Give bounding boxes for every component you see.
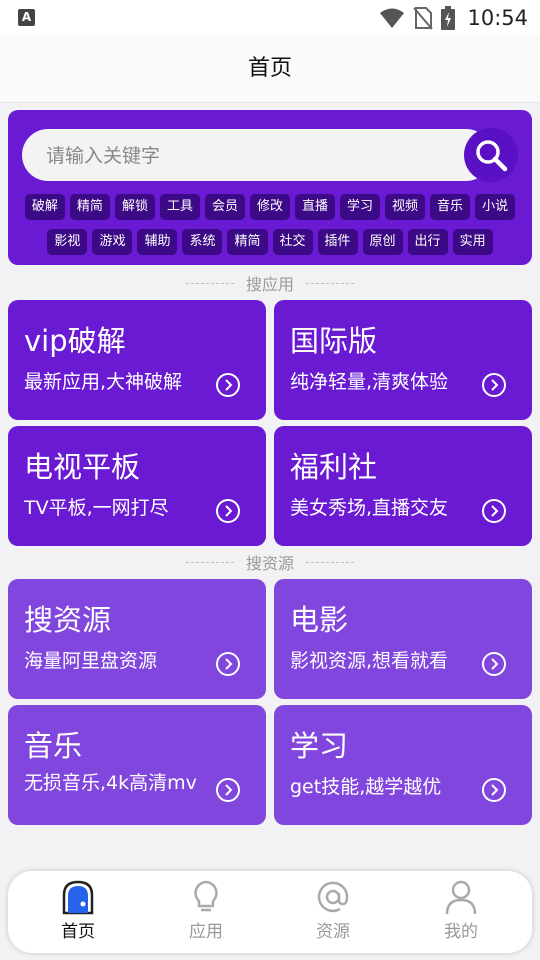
- user-icon: [445, 880, 477, 915]
- tag-chip[interactable]: 修改: [249, 194, 290, 220]
- app-header: 首页: [0, 36, 540, 103]
- search-input[interactable]: [44, 129, 468, 183]
- card-desc: 最新应用,大神破解: [24, 371, 183, 393]
- divider: [185, 282, 234, 284]
- chevron-right-icon: [482, 373, 506, 397]
- card-vip-crack[interactable]: vip破解 最新应用,大神破解: [8, 300, 266, 420]
- tag-chip[interactable]: 游戏: [92, 229, 133, 255]
- card-title: 国际版: [290, 324, 378, 358]
- divider: [306, 282, 354, 284]
- chevron-right-icon: [216, 373, 240, 397]
- nav-label: 我的: [444, 922, 478, 942]
- search-button[interactable]: [464, 128, 518, 182]
- tag-chip[interactable]: 小说: [475, 194, 516, 220]
- tag-row-1: 破解 精简 解锁 工具 会员 修改 直播 学习 视频 音乐 小说: [8, 194, 532, 220]
- nav-label: 应用: [189, 922, 223, 942]
- nav-item-home[interactable]: 首页: [23, 879, 133, 949]
- tag-chip[interactable]: 工具: [159, 194, 200, 220]
- card-desc: 无损音乐,4k高清mv: [24, 772, 197, 794]
- nav-label: 资源: [316, 922, 350, 942]
- at-icon: [317, 881, 349, 913]
- tag-chip[interactable]: 插件: [317, 229, 358, 255]
- app-notification-icon: A: [18, 9, 35, 26]
- card-title: 电视平板: [24, 450, 141, 484]
- search-panel: 破解 精简 解锁 工具 会员 修改 直播 学习 视频 音乐 小说 影视 游戏 辅…: [8, 110, 532, 265]
- card-title: 福利社: [290, 450, 378, 484]
- chevron-right-icon: [482, 652, 506, 676]
- card-desc: 美女秀场,直播交友: [290, 497, 449, 519]
- tag-chip[interactable]: 社交: [272, 229, 313, 255]
- card-search-resources[interactable]: 搜资源 海量阿里盘资源: [8, 579, 266, 699]
- card-title: 搜资源: [24, 603, 112, 637]
- chevron-right-icon: [216, 778, 240, 802]
- chevron-right-icon: [216, 652, 240, 676]
- nav-label: 首页: [61, 922, 95, 942]
- nav-item-apps[interactable]: 应用: [151, 879, 261, 949]
- tag-chip[interactable]: 原创: [362, 229, 403, 255]
- battery-charging-icon: [441, 6, 456, 30]
- no-sim-icon: [413, 7, 434, 30]
- tag-chip[interactable]: 破解: [24, 194, 65, 220]
- chevron-right-icon: [482, 499, 506, 523]
- clock: 10:54: [467, 6, 528, 30]
- tag-chip[interactable]: 精简: [69, 194, 110, 220]
- card-tv-tablet[interactable]: 电视平板 TV平板,一网打尽: [8, 426, 266, 546]
- divider: [185, 561, 234, 563]
- section-title: 搜应用: [245, 275, 294, 294]
- card-title: 学习: [290, 729, 349, 763]
- home-icon: [62, 880, 94, 915]
- bottom-nav: 首页 应用 资源 我的: [8, 871, 532, 953]
- card-movies[interactable]: 电影 影视资源,想看就看: [274, 579, 532, 699]
- card-international[interactable]: 国际版 纯净轻量,清爽体验: [274, 300, 532, 420]
- tag-chip[interactable]: 影视: [47, 229, 88, 255]
- card-study[interactable]: 学习 get技能,越学越优: [274, 705, 532, 825]
- card-desc: get技能,越学越优: [290, 776, 442, 798]
- nav-item-me[interactable]: 我的: [406, 879, 516, 949]
- tag-chip[interactable]: 辅助: [137, 229, 178, 255]
- card-title: 电影: [290, 603, 349, 637]
- card-title: 音乐: [24, 729, 83, 763]
- status-icons: 10:54: [379, 5, 528, 31]
- card-title: vip破解: [24, 324, 126, 358]
- nav-item-resources[interactable]: 资源: [278, 879, 388, 949]
- tag-chip[interactable]: 学习: [340, 194, 381, 220]
- tag-chip[interactable]: 音乐: [430, 194, 471, 220]
- chevron-right-icon: [482, 778, 506, 802]
- tag-chip[interactable]: 会员: [204, 194, 245, 220]
- section-title: 搜资源: [245, 554, 294, 573]
- chevron-right-icon: [216, 499, 240, 523]
- tag-chip[interactable]: 视频: [385, 194, 426, 220]
- tag-chip[interactable]: 精简: [227, 229, 268, 255]
- section-header-resources: 搜资源: [0, 551, 540, 573]
- divider: [306, 561, 354, 563]
- card-desc: TV平板,一网打尽: [24, 497, 169, 519]
- search-icon: [476, 140, 508, 172]
- lightbulb-icon: [194, 880, 218, 912]
- tag-chip[interactable]: 解锁: [114, 194, 155, 220]
- section-header-apps: 搜应用: [0, 272, 540, 294]
- tag-chip[interactable]: 系统: [182, 229, 223, 255]
- tag-chip[interactable]: 出行: [407, 229, 448, 255]
- page-title: 首页: [247, 56, 292, 81]
- status-bar: A 10:54: [0, 0, 540, 36]
- card-desc: 海量阿里盘资源: [24, 650, 158, 672]
- tag-row-2: 影视 游戏 辅助 系统 精简 社交 插件 原创 出行 实用: [8, 229, 532, 255]
- tag-chip[interactable]: 直播: [295, 194, 336, 220]
- card-desc: 纯净轻量,清爽体验: [290, 371, 449, 393]
- search-box: [22, 129, 492, 183]
- tag-chip[interactable]: 实用: [452, 229, 493, 255]
- card-welfare[interactable]: 福利社 美女秀场,直播交友: [274, 426, 532, 546]
- card-desc: 影视资源,想看就看: [290, 650, 449, 672]
- card-music[interactable]: 音乐 无损音乐,4k高清mv: [8, 705, 266, 825]
- wifi-icon: [380, 8, 405, 28]
